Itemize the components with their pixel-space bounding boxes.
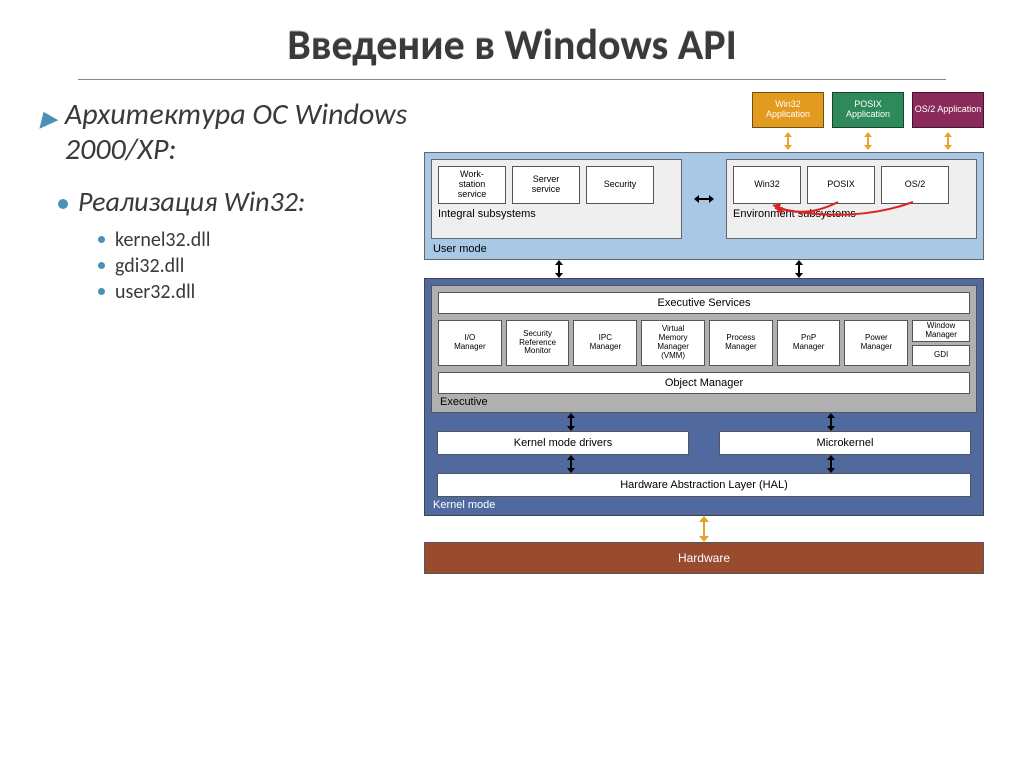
power-manager-box: PowerManager [844, 320, 908, 366]
circle-bullet-icon [98, 288, 105, 295]
ipc-manager-box: IPCManager [573, 320, 637, 366]
box-label: PnPManager [793, 334, 825, 352]
hardware-box: Hardware [424, 542, 984, 574]
process-manager-box: ProcessManager [709, 320, 773, 366]
box-label: WindowManager [925, 322, 957, 340]
kernel-mode-label: Kernel mode [433, 499, 495, 511]
kernel-mode-panel: Executive Services I/OManager SecurityRe… [424, 278, 984, 516]
app-posix-label: POSIX Application [833, 100, 903, 120]
integral-label: Integral subsystems [438, 208, 675, 220]
bullet-level3-text: gdi32.dll [115, 254, 184, 278]
slide: Введение в Windows API ▶ Архитектура ОС … [0, 0, 1024, 768]
posix-subsystem-box: POSIX [807, 166, 875, 204]
mode-connector-icon [424, 260, 984, 278]
left-panel: ▶ Архитектура ОС Windows 2000/XP: Реализ… [40, 92, 418, 738]
gdi-box: GDI [912, 345, 970, 367]
managers-row: I/OManager SecurityReferenceMonitor IPCM… [438, 320, 970, 366]
double-arrow-icon [694, 193, 714, 205]
security-ref-monitor-box: SecurityReferenceMonitor [506, 320, 570, 366]
object-manager-box: Object Manager [438, 372, 970, 394]
box-label: VirtualMemoryManager(VMM) [657, 325, 689, 360]
circle-bullet-icon [98, 236, 105, 243]
app-posix: POSIX Application [832, 92, 904, 128]
app-arrow-row [424, 132, 984, 150]
microkernel-box: Microkernel [719, 431, 971, 455]
os2-subsystem-box: OS/2 [881, 166, 949, 204]
app-win32-label: Win32 Application [753, 100, 823, 120]
box-label: GDI [934, 351, 948, 360]
integral-subsystems-panel: Work-stationservice Serverservice Securi… [431, 159, 682, 239]
io-manager-box: I/OManager [438, 320, 502, 366]
double-arrow-icon [942, 132, 954, 150]
environment-boxes: Win32 POSIX OS/2 [733, 166, 970, 204]
bullet-level3-text: kernel32.dll [115, 228, 210, 252]
environment-subsystems-panel: Win32 POSIX OS/2 Environment [726, 159, 977, 239]
applications-row: Win32 Application POSIX Application OS/2… [424, 92, 984, 128]
security-box: Security [586, 166, 654, 204]
app-win32: Win32 Application [752, 92, 824, 128]
architecture-diagram: Win32 Application POSIX Application OS/2… [424, 92, 984, 574]
right-panel: Win32 Application POSIX Application OS/2… [418, 92, 984, 738]
box-label: Security [604, 180, 637, 190]
box-label: OS/2 [905, 180, 926, 190]
double-arrow-icon [782, 132, 794, 150]
drivers-hal-connector-icon [431, 455, 977, 473]
bullet-level3-text: user32.dll [115, 280, 195, 304]
pnp-manager-box: PnPManager [777, 320, 841, 366]
box-label: IPCManager [590, 334, 622, 352]
user-mode-label: User mode [433, 243, 487, 255]
box-label: PowerManager [861, 334, 893, 352]
horiz-connector [694, 159, 714, 239]
double-arrow-icon [862, 132, 874, 150]
bullet-level2-text: Реализация Win32: [78, 187, 305, 218]
hal-box: Hardware Abstraction Layer (HAL) [437, 473, 971, 497]
user-mode-panel: Work-stationservice Serverservice Securi… [424, 152, 984, 260]
server-service-box: Serverservice [512, 166, 580, 204]
executive-label: Executive [440, 396, 488, 408]
hal-hardware-connector-icon [424, 516, 984, 542]
bullet-level3: user32.dll [98, 280, 408, 304]
executive-panel: Executive Services I/OManager SecurityRe… [431, 285, 977, 413]
box-label: Win32 [754, 180, 780, 190]
drivers-row: Kernel mode drivers Microkernel [437, 431, 971, 455]
win32-subsystem-box: Win32 [733, 166, 801, 204]
window-gdi-stack: WindowManager GDI [912, 320, 970, 366]
box-label: Serverservice [532, 175, 561, 195]
subsystems-row: Work-stationservice Serverservice Securi… [431, 159, 977, 239]
title-divider [78, 79, 946, 80]
circle-bullet-icon [98, 262, 105, 269]
kernel-drivers-box: Kernel mode drivers [437, 431, 689, 455]
box-label: Work-stationservice [458, 170, 487, 200]
environment-label: Environment subsystems [733, 208, 970, 220]
bullet-level1: ▶ Архитектура ОС Windows 2000/XP: [40, 98, 408, 167]
app-os2-label: OS/2 Application [915, 105, 982, 115]
slide-title: Введение в Windows API [40, 20, 984, 71]
workstation-service-box: Work-stationservice [438, 166, 506, 204]
box-label: I/OManager [454, 334, 486, 352]
vmm-box: VirtualMemoryManager(VMM) [641, 320, 705, 366]
bullet-level3: kernel32.dll [98, 228, 408, 252]
app-os2: OS/2 Application [912, 92, 984, 128]
content-area: ▶ Архитектура ОС Windows 2000/XP: Реализ… [40, 92, 984, 738]
box-label: SecurityReferenceMonitor [519, 330, 556, 356]
exec-drivers-connector-icon [431, 413, 977, 431]
box-label: ProcessManager [725, 334, 757, 352]
bullet-level1-text: Архитектура ОС Windows 2000/XP: [65, 98, 408, 167]
triangle-bullet-icon: ▶ [40, 98, 57, 131]
bullet-level2: Реализация Win32: [58, 187, 408, 218]
box-label: POSIX [827, 180, 855, 190]
bullet-level3: gdi32.dll [98, 254, 408, 278]
integral-boxes: Work-stationservice Serverservice Securi… [438, 166, 675, 204]
window-manager-box: WindowManager [912, 320, 970, 342]
executive-services-box: Executive Services [438, 292, 970, 314]
circle-bullet-icon [58, 199, 68, 209]
